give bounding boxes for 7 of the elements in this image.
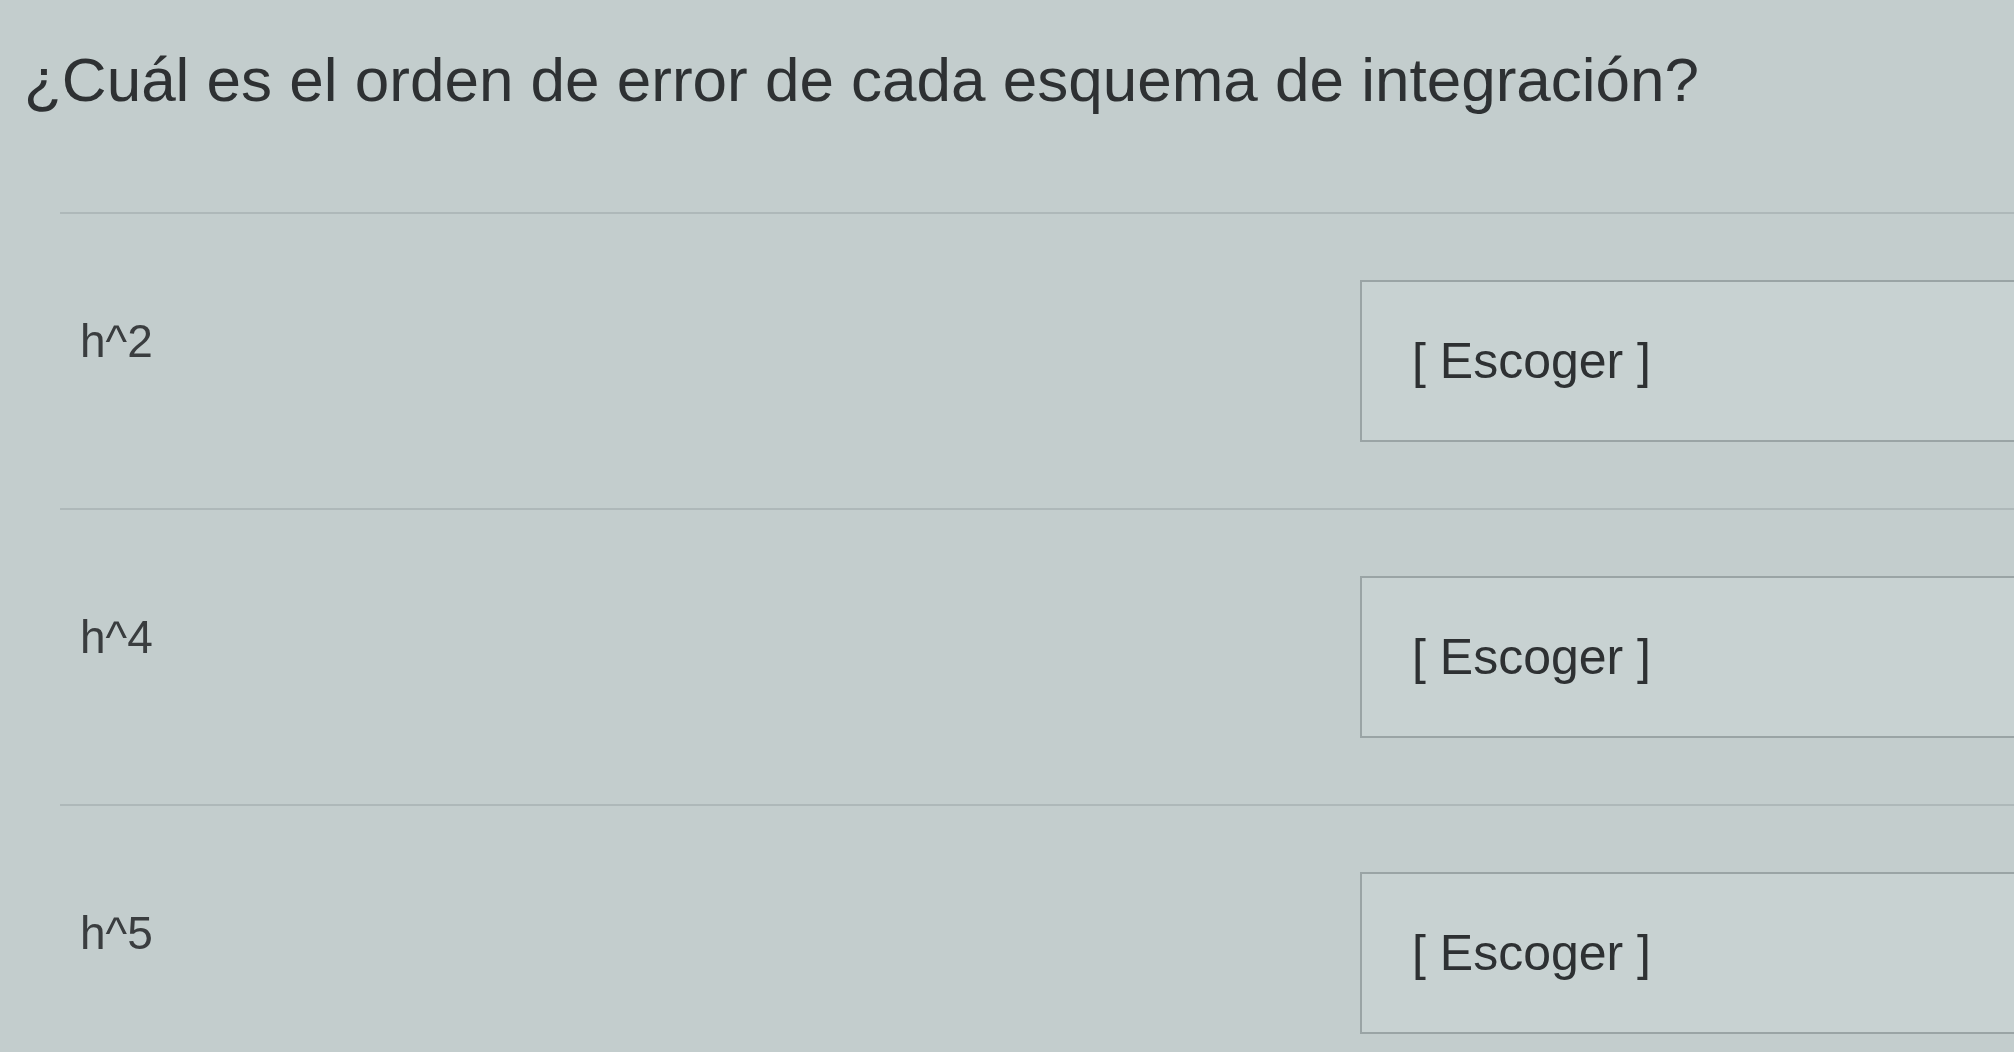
question-text: ¿Cuál es el orden de error de cada esquema de integración? bbox=[24, 44, 1701, 116]
answer-dropdown[interactable]: [ Escoger ] bbox=[1360, 280, 2014, 442]
answer-dropdown[interactable]: [ Escoger ] bbox=[1360, 576, 2014, 738]
option-label: h^2 bbox=[79, 313, 154, 369]
option-label: h^5 bbox=[79, 905, 154, 961]
option-label: h^4 bbox=[79, 609, 154, 665]
answer-dropdown[interactable]: [ Escoger ] bbox=[1360, 872, 2014, 1034]
